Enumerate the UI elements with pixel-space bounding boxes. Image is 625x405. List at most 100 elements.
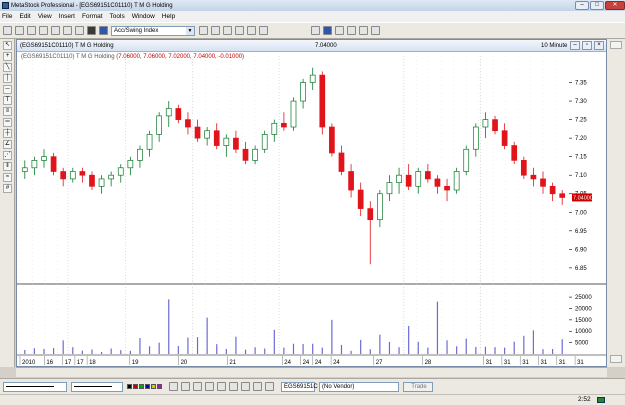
candle-body[interactable] xyxy=(492,119,498,132)
candle-body[interactable] xyxy=(31,160,38,169)
security-field[interactable]: EGS69151C xyxy=(281,381,318,392)
candle-body[interactable] xyxy=(425,171,431,180)
candle-body[interactable] xyxy=(185,119,191,128)
open-icon[interactable] xyxy=(15,26,24,35)
menu-format[interactable]: Format xyxy=(82,13,103,20)
layout-icon-3[interactable] xyxy=(359,26,368,35)
candle-body[interactable] xyxy=(175,108,182,120)
candle-body[interactable] xyxy=(319,74,326,128)
candle-body[interactable] xyxy=(501,130,508,146)
indicator-icon[interactable] xyxy=(99,26,108,35)
scroll-up-icon[interactable] xyxy=(610,41,622,49)
candle-body[interactable] xyxy=(98,178,105,187)
candle-body[interactable] xyxy=(213,130,220,146)
zoom-out-icon[interactable] xyxy=(247,26,256,35)
candle-body[interactable] xyxy=(367,208,374,221)
candle-body[interactable] xyxy=(530,174,537,180)
candle-body[interactable] xyxy=(21,167,28,172)
candle-body[interactable] xyxy=(127,160,134,169)
candle-body[interactable] xyxy=(329,126,335,154)
paste-icon[interactable] xyxy=(75,26,84,35)
maximize-icon[interactable]: □ xyxy=(590,1,604,10)
trade-button[interactable]: Trade xyxy=(403,381,433,392)
cycle-lines-icon[interactable]: ┼ xyxy=(3,129,12,138)
candle-body[interactable] xyxy=(396,174,402,183)
channel-icon[interactable]: ═ xyxy=(3,118,12,127)
candle-body[interactable] xyxy=(434,178,441,187)
candle-body[interactable] xyxy=(146,134,153,150)
layout-icon-4[interactable] xyxy=(371,26,380,35)
menu-help[interactable]: Help xyxy=(162,13,175,20)
candle-body[interactable] xyxy=(41,156,47,161)
chart-style-icon[interactable] xyxy=(87,26,96,35)
chart-minimize-icon[interactable]: – xyxy=(570,41,580,50)
regression-icon[interactable]: ≈ xyxy=(3,173,12,182)
style-icon-4[interactable] xyxy=(205,382,214,391)
candle-body[interactable] xyxy=(309,74,316,83)
save-icon[interactable] xyxy=(27,26,36,35)
style-icon-5[interactable] xyxy=(217,382,226,391)
candle-body[interactable] xyxy=(156,115,162,135)
candle-body[interactable] xyxy=(137,148,143,161)
text-tool-icon[interactable]: T xyxy=(3,96,12,105)
candle-body[interactable] xyxy=(386,182,393,195)
color-swatch-icon[interactable] xyxy=(127,384,163,389)
trendline-icon[interactable]: ╲ xyxy=(3,63,12,72)
layout-icon-1[interactable] xyxy=(335,26,344,35)
candle-body[interactable] xyxy=(117,167,124,176)
fibonacci-icon[interactable]: ≡ xyxy=(3,107,12,116)
crosshair-icon[interactable]: + xyxy=(3,52,12,61)
speed-lines-icon[interactable]: ⋰ xyxy=(3,151,12,160)
print-icon[interactable] xyxy=(39,26,48,35)
candle-body[interactable] xyxy=(50,156,57,172)
close-icon[interactable]: ✕ xyxy=(605,1,625,10)
candle-body[interactable] xyxy=(108,174,115,180)
chart-restore-icon[interactable]: ▫ xyxy=(582,41,592,50)
candle-body[interactable] xyxy=(472,126,479,150)
cut-icon[interactable] xyxy=(51,26,60,35)
candle-body[interactable] xyxy=(338,152,345,172)
new-chart-icon[interactable] xyxy=(3,26,12,35)
candle-body[interactable] xyxy=(242,148,249,161)
style-icon-8[interactable] xyxy=(253,382,262,391)
candle-body[interactable] xyxy=(405,174,412,187)
chart-close-icon[interactable]: × xyxy=(594,41,604,50)
candle-body[interactable] xyxy=(233,137,239,150)
tile-icon[interactable] xyxy=(311,26,320,35)
candle-body[interactable] xyxy=(79,171,86,176)
horizontal-line-icon[interactable]: ─ xyxy=(3,85,12,94)
line-style-select[interactable] xyxy=(3,381,67,392)
style-icon-1[interactable] xyxy=(169,382,178,391)
candle-body[interactable] xyxy=(520,160,527,176)
menu-insert[interactable]: Insert xyxy=(59,13,75,20)
candle-body[interactable] xyxy=(281,122,287,128)
grid-icon[interactable]: # xyxy=(3,184,12,193)
vendor-select[interactable]: (No Vendor) xyxy=(319,381,399,392)
time-zones-icon[interactable]: ‖ xyxy=(3,162,12,171)
layout-icon-2[interactable] xyxy=(347,26,356,35)
candle-body[interactable] xyxy=(540,178,546,187)
candle-body[interactable] xyxy=(204,130,210,139)
help-icon[interactable] xyxy=(259,26,268,35)
candle-body[interactable] xyxy=(261,134,268,150)
copy-icon[interactable] xyxy=(63,26,72,35)
candle-body[interactable] xyxy=(559,193,566,198)
cascade-icon[interactable] xyxy=(323,26,332,35)
candle-body[interactable] xyxy=(348,171,354,191)
candle-body[interactable] xyxy=(69,171,76,180)
zoom-in-icon[interactable] xyxy=(235,26,244,35)
price-volume-chart[interactable]: 7.357.307.257.207.157.107.057.006.956.90… xyxy=(17,52,606,366)
candle-body[interactable] xyxy=(482,119,489,128)
expert-advisor-icon[interactable] xyxy=(223,26,232,35)
candle-body[interactable] xyxy=(357,189,364,209)
horizontal-scrollbar[interactable] xyxy=(16,367,607,377)
vertical-line-icon[interactable]: │ xyxy=(3,74,12,83)
gann-icon[interactable]: ∠ xyxy=(3,140,12,149)
candle-body[interactable] xyxy=(377,193,383,221)
candle-body[interactable] xyxy=(252,148,258,161)
candle-body[interactable] xyxy=(165,108,172,117)
menu-edit[interactable]: Edit xyxy=(19,13,30,20)
style-icon-2[interactable] xyxy=(181,382,190,391)
candle-body[interactable] xyxy=(300,82,306,102)
scroll-down-icon[interactable] xyxy=(610,355,622,363)
